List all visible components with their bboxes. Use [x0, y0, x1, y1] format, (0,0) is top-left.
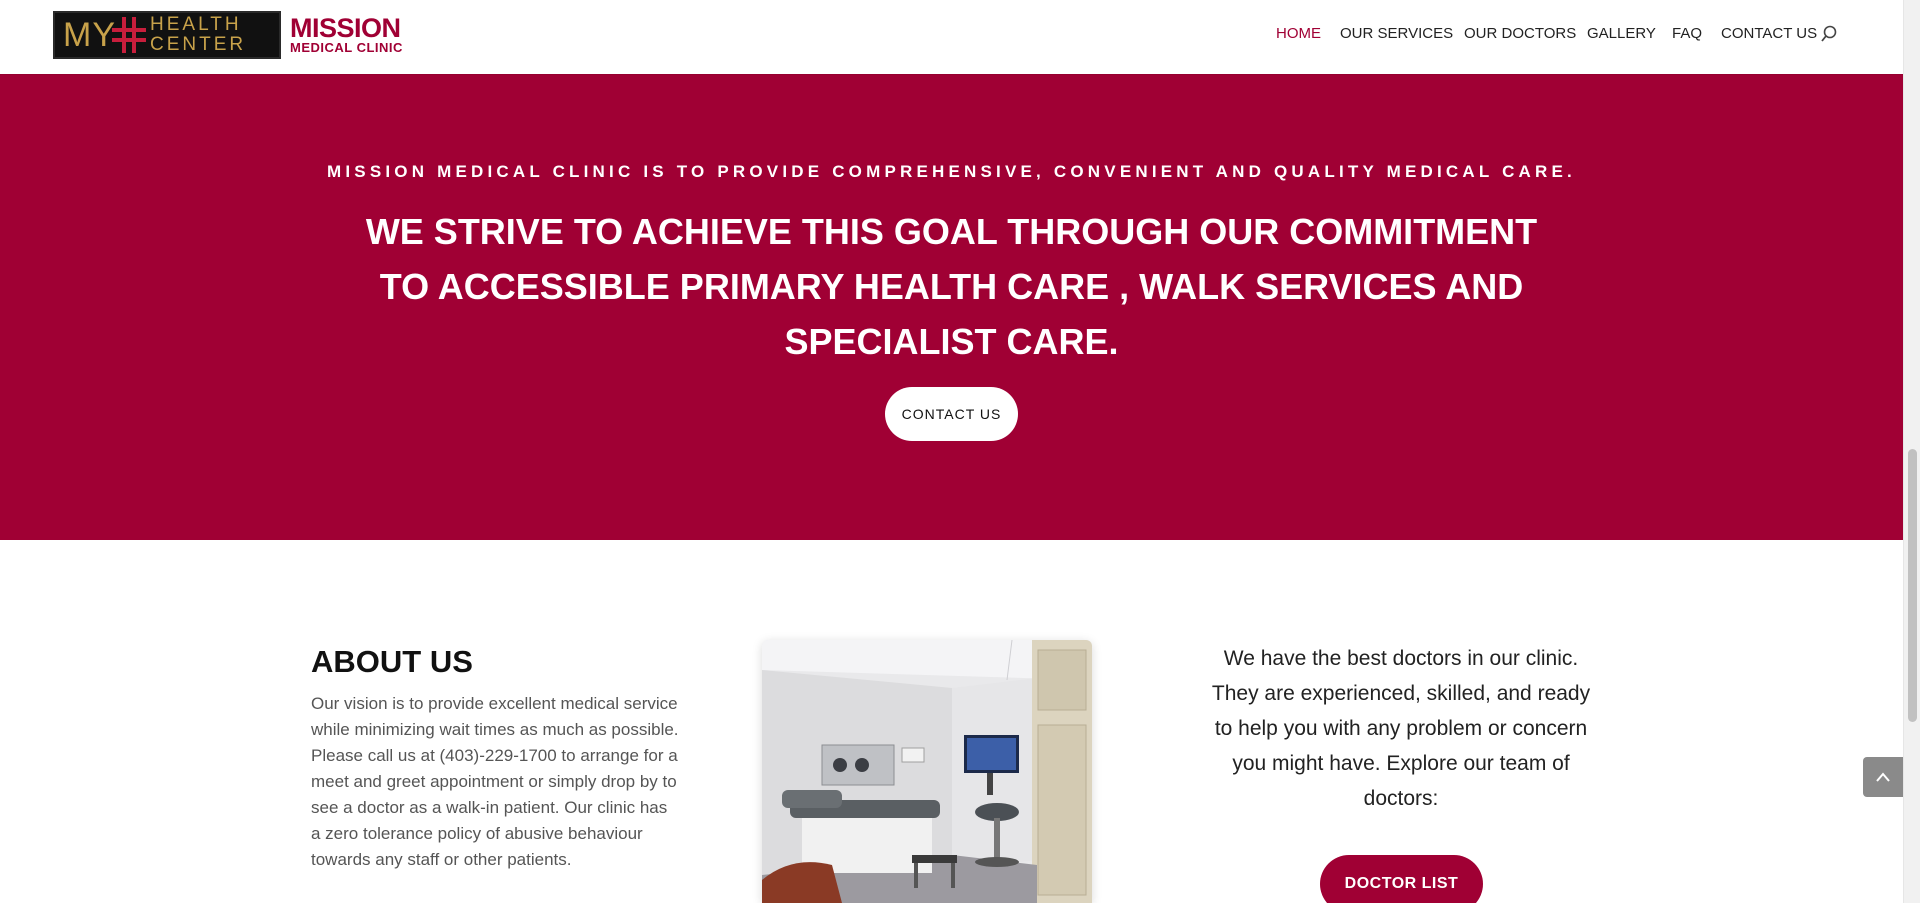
scroll-to-top-button[interactable]	[1863, 757, 1903, 797]
clinic-exam-room-photo	[762, 640, 1092, 903]
about-text: Our vision is to provide excellent medic…	[311, 694, 679, 869]
page-scrollbar[interactable]	[1903, 0, 1920, 903]
nav-item-our-doctors[interactable]: OUR DOCTORS	[1464, 25, 1576, 42]
nav-item-home[interactable]: HOME	[1276, 25, 1321, 42]
hero-section: MISSION MEDICAL CLINIC IS TO PROVIDE COM…	[0, 74, 1903, 540]
search-icon[interactable]	[1820, 25, 1838, 43]
chevron-up-icon	[1876, 772, 1890, 782]
scrollbar-thumb[interactable]	[1908, 449, 1917, 722]
nav-item-faq[interactable]: FAQ	[1672, 25, 1702, 42]
hero-subtitle: MISSION MEDICAL CLINIC IS TO PROVIDE COM…	[327, 162, 1576, 181]
nav-item-contact-us[interactable]: CONTACT US	[1721, 25, 1817, 42]
contact-us-button[interactable]: CONTACT US	[885, 387, 1018, 441]
site-header: MY HEALTH CENTER MISSION MEDICAL CLINIC …	[0, 0, 1903, 74]
hero-title: WE STRIVE TO ACHIEVE THIS GOAL THROUGH O…	[365, 211, 1538, 362]
about-title: ABOUT US	[311, 644, 473, 679]
doctors-intro-text: We have the best doctors in our clinic. …	[1211, 647, 1591, 810]
main-nav: HOME OUR SERVICES OUR DOCTORS GALLERY FA…	[0, 25, 1903, 45]
nav-item-gallery[interactable]: GALLERY	[1587, 25, 1656, 42]
nav-item-our-services[interactable]: OUR SERVICES	[1340, 25, 1453, 42]
doctor-list-button[interactable]: DOCTOR LIST	[1320, 855, 1483, 903]
